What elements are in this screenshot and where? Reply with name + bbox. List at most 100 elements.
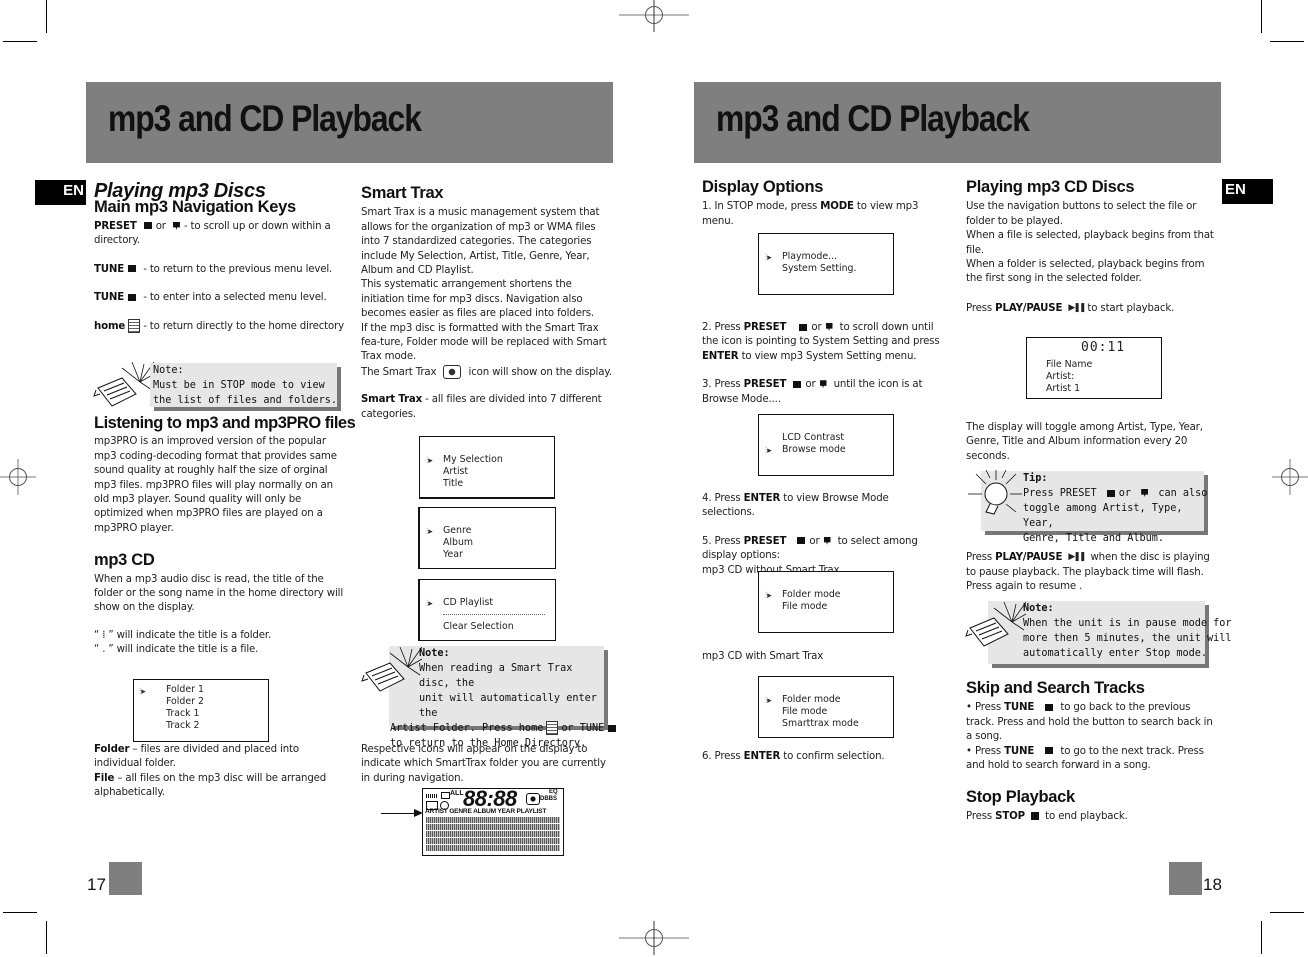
display-line: Playmode... [782,251,838,262]
display-category-1: ⫶▸ My Selection Artist Title [419,436,555,499]
repeat-icon [441,792,450,799]
preset-up-icon [797,537,806,545]
note-line: Artist Folder. Press home or TUNE [389,721,617,736]
preset-up-icon [1106,489,1115,497]
tip-label: Tip: [1023,473,1048,484]
skip-back-item: • Press TUNE to go back to the previous … [966,701,1218,744]
display-line: File mode [782,706,828,717]
smart-trax-p4: The Smart Trax icon will show on the dis… [361,364,613,380]
text-fragment: icon will show on the display. [468,366,612,378]
text-fragment: 3. Press [702,379,744,391]
note-label: Note: [1023,603,1054,614]
section-title-smart-trax: Smart Trax [361,184,444,202]
text-fragment: 2. Press [702,322,744,333]
lang-tab-en: EN [1222,179,1273,204]
with-smart-trax-label: mp3 CD with Smart Trax [702,651,824,662]
preset-down-icon [825,323,833,331]
tune-back-icon [1045,703,1054,711]
key-description: - to return directly to the home directo… [143,321,344,333]
pointer-icon: ⫶▸ [765,253,772,263]
text-fragment: or [811,322,822,333]
registration-mark-icon [619,921,689,955]
crop-mark [1261,0,1262,33]
smart-trax-term: Smart Trax [361,394,423,406]
skip-stop-section: Skip and Search Tracks • Press TUNE to g… [966,680,1218,824]
smart-trax-p5: Smart Trax - all files are divided into … [361,393,613,422]
page-number-left: 17 [87,875,106,894]
right-column-1: Display Options 1. In STOP mode, press M… [702,179,944,229]
respective-icons-paragraph: Respective icons will appear on the disp… [361,743,616,786]
display-line: Folder mode [782,694,841,705]
tune-forward-icon [128,293,137,301]
crop-mark [3,912,37,913]
play-pause-icon: ▶❚❚ [1068,302,1086,313]
playing-p3: When a folder is selected, playback begi… [966,259,1205,285]
key-label: ENTER [743,751,781,762]
key-label: TUNE [1004,702,1035,714]
text-fragment: Artist Folder. Press home [390,723,544,734]
note-box-stop-mode: Note: Must be in STOP mode to view the l… [150,363,337,407]
key-label: PLAY/PAUSE [995,552,1063,564]
preset-down-icon [823,536,831,545]
display-line: CD Playlist [443,597,494,608]
key-label: TUNE [94,263,125,275]
display-line: LCD Contrast [782,432,845,443]
display-line: System Setting. [782,263,857,274]
text-fragment: Press [966,552,996,564]
key-label: STOP [995,810,1025,822]
right-page-title: mp3 and CD Playback [716,98,1030,139]
left-page-title: mp3 and CD Playback [108,98,422,139]
steps-4-5: 4. Press ENTER to view Browse Mode selec… [702,492,944,578]
playing-p4: Press PLAY/PAUSE ▶❚❚ to start playback. [966,301,1218,317]
display-menu-1: ⫶▸ Playmode... System Setting. [758,233,894,295]
section-title-mp3pro: Listening to mp3 and mp3PRO files [94,414,356,432]
text-fragment: can also [1158,488,1208,499]
steps-2-3: 2. Press PRESET or to scroll down until … [702,321,944,407]
respective-icons-text: Respective icons will appear on the disp… [361,744,606,784]
display-line: Album [443,537,474,548]
crop-mark [46,0,47,33]
playing-p2: When a file is selected, playback begins… [966,230,1214,256]
display-line: Browse mode [782,444,846,455]
mp3-cd-paragraph: When a mp3 audio disc is read, the title… [94,573,343,614]
home-icon [546,721,559,735]
folder-term: Folder [94,744,130,755]
text-fragment: to end playback. [1045,810,1128,822]
display-line: File mode [782,601,828,612]
display-folder-list: ⫶▸ Folder 1 Folder 2 Track 1 Track 2 [133,679,269,742]
registration-mark-icon [0,459,36,495]
page-marker-right [1169,862,1202,895]
note-label: Note: [153,365,184,376]
display-line: Artist 1 [1046,383,1081,394]
left-column-1: Playing mp3 Discs Main mp3 Navigation Ke… [94,181,346,335]
key-label: TUNE [94,292,125,304]
lcd-category-labels: ARTIST GENRE ALBUM YEAR PLAYLIST [425,808,547,815]
right-page-banner: mp3 and CD Playback [694,82,1221,163]
preset-up-icon [793,380,802,388]
display-line: Clear Selection [443,621,514,632]
crop-mark [1270,912,1304,913]
text-fragment: 5. Press [702,535,744,547]
lightbulb-icon [968,469,1022,515]
mp3pro-paragraph: mp3PRO is an improved version of the pop… [94,436,337,534]
step-6: 6. Press ENTER to confirm selection. [702,750,944,764]
text-fragment: Press [966,810,996,822]
step-1: 1. In STOP mode, press MODE to view mp3 … [702,200,944,229]
stop-icon [1031,811,1040,820]
text-fragment: to start playback. [1087,303,1175,315]
pause-paragraph-block: Press PLAY/PAUSE ▶❚❚ when the disc is pl… [966,550,1218,594]
page-marker-left [109,862,142,895]
text-fragment: or TUNE [561,723,605,734]
file-indicator-text: “ . ” will indicate the title is a file. [94,644,259,656]
text-fragment: 1. In STOP mode, press [702,201,821,213]
text-fragment: Press PRESET [1023,488,1097,499]
folder-file-definitions: Folder – files are divided and placed in… [94,743,346,801]
display-line: Title [443,478,464,489]
toggle-paragraph-block: The display will toggle among Artist, Ty… [966,421,1218,464]
text-fragment: The Smart Trax [361,366,437,378]
preset-down-icon [1141,489,1149,497]
display-divider [443,614,545,615]
text-fragment: or [809,535,820,547]
section-title-playing-mp3-cd-discs: Playing mp3 CD Discs [966,178,1135,196]
right-column-2: Playing mp3 CD Discs Use the navigation … [966,178,1218,317]
